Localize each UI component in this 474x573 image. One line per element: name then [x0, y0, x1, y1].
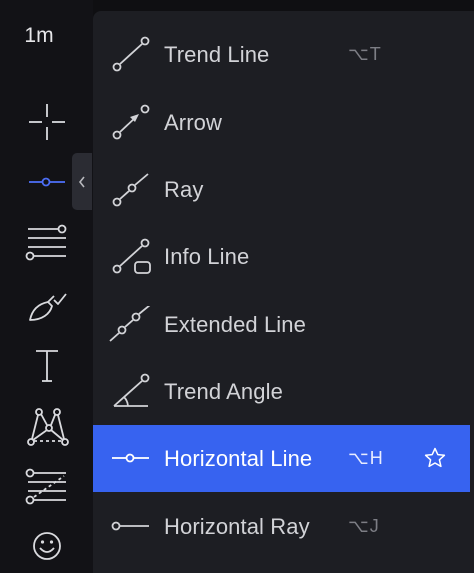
shortcut-label: ⌥J: [348, 516, 380, 536]
menu-item-extended-line[interactable]: Extended Line: [93, 291, 470, 358]
menu-item-label: Horizontal Line: [164, 445, 313, 471]
prediction-measurement-icon: [25, 468, 66, 505]
text-icon: [36, 350, 58, 382]
menu-item-label: Arrow: [164, 109, 222, 135]
menu-item-ray[interactable]: Ray: [93, 156, 470, 223]
menu-item-label: Info Line: [164, 243, 250, 269]
timeframe-button[interactable]: 1m: [0, 24, 78, 48]
menu-item-label: Horizontal Ray: [164, 513, 310, 539]
horizontal-ray-icon: [111, 521, 149, 531]
left-toolbar: 1m: [0, 0, 93, 573]
extended-line-icon: [109, 306, 151, 342]
pattern-icon: [27, 408, 69, 446]
menu-item-label: Extended Line: [164, 311, 306, 337]
crosshair-tool-button[interactable]: [14, 97, 80, 147]
menu-item-trend-angle[interactable]: Trend Angle: [93, 358, 470, 425]
menu-item-label: Trend Line: [164, 41, 270, 67]
horizontal-line-tool-icon: [29, 177, 65, 187]
horizontal-line-icon: [112, 453, 149, 463]
arrow-icon: [112, 104, 150, 140]
shortcut-label: ⌥H: [348, 448, 384, 468]
shortcut-label: ⌥T: [348, 44, 382, 64]
line-tool-button[interactable]: [14, 157, 80, 207]
brush-tool-button[interactable]: [14, 279, 80, 329]
trend-line-icon: [112, 36, 150, 72]
trend-angle-icon: [113, 373, 150, 407]
fib-tool-button[interactable]: [14, 218, 80, 268]
crosshair-icon: [29, 104, 65, 140]
collapse-menu-button[interactable]: [72, 153, 92, 210]
menu-item-trend-line[interactable]: Trend Line ⌥T: [93, 21, 470, 88]
ray-icon: [112, 173, 149, 207]
line-tools-menu: Trend Line ⌥T Arrow Ray Info Line Extend…: [93, 11, 474, 573]
menu-item-horizontal-line[interactable]: Horizontal Line ⌥H: [93, 425, 470, 492]
text-tool-button[interactable]: [14, 340, 80, 390]
emoji-tool-button[interactable]: [14, 521, 80, 571]
emoji-icon: [33, 532, 61, 560]
menu-item-info-line[interactable]: Info Line: [93, 223, 470, 290]
menu-item-label: Trend Angle: [164, 378, 283, 404]
chevron-left-icon: [78, 176, 85, 187]
fib-retracement-icon: [25, 224, 67, 261]
prediction-tool-button[interactable]: [14, 462, 80, 512]
menu-item-label: Ray: [164, 176, 204, 202]
brush-icon: [29, 293, 67, 321]
star-icon[interactable]: [423, 446, 447, 470]
menu-item-horizontal-ray[interactable]: Horizontal Ray ⌥J: [93, 493, 470, 560]
info-line-icon: [112, 238, 151, 274]
pattern-tool-button[interactable]: [14, 401, 80, 451]
menu-item-arrow[interactable]: Arrow: [93, 89, 470, 156]
